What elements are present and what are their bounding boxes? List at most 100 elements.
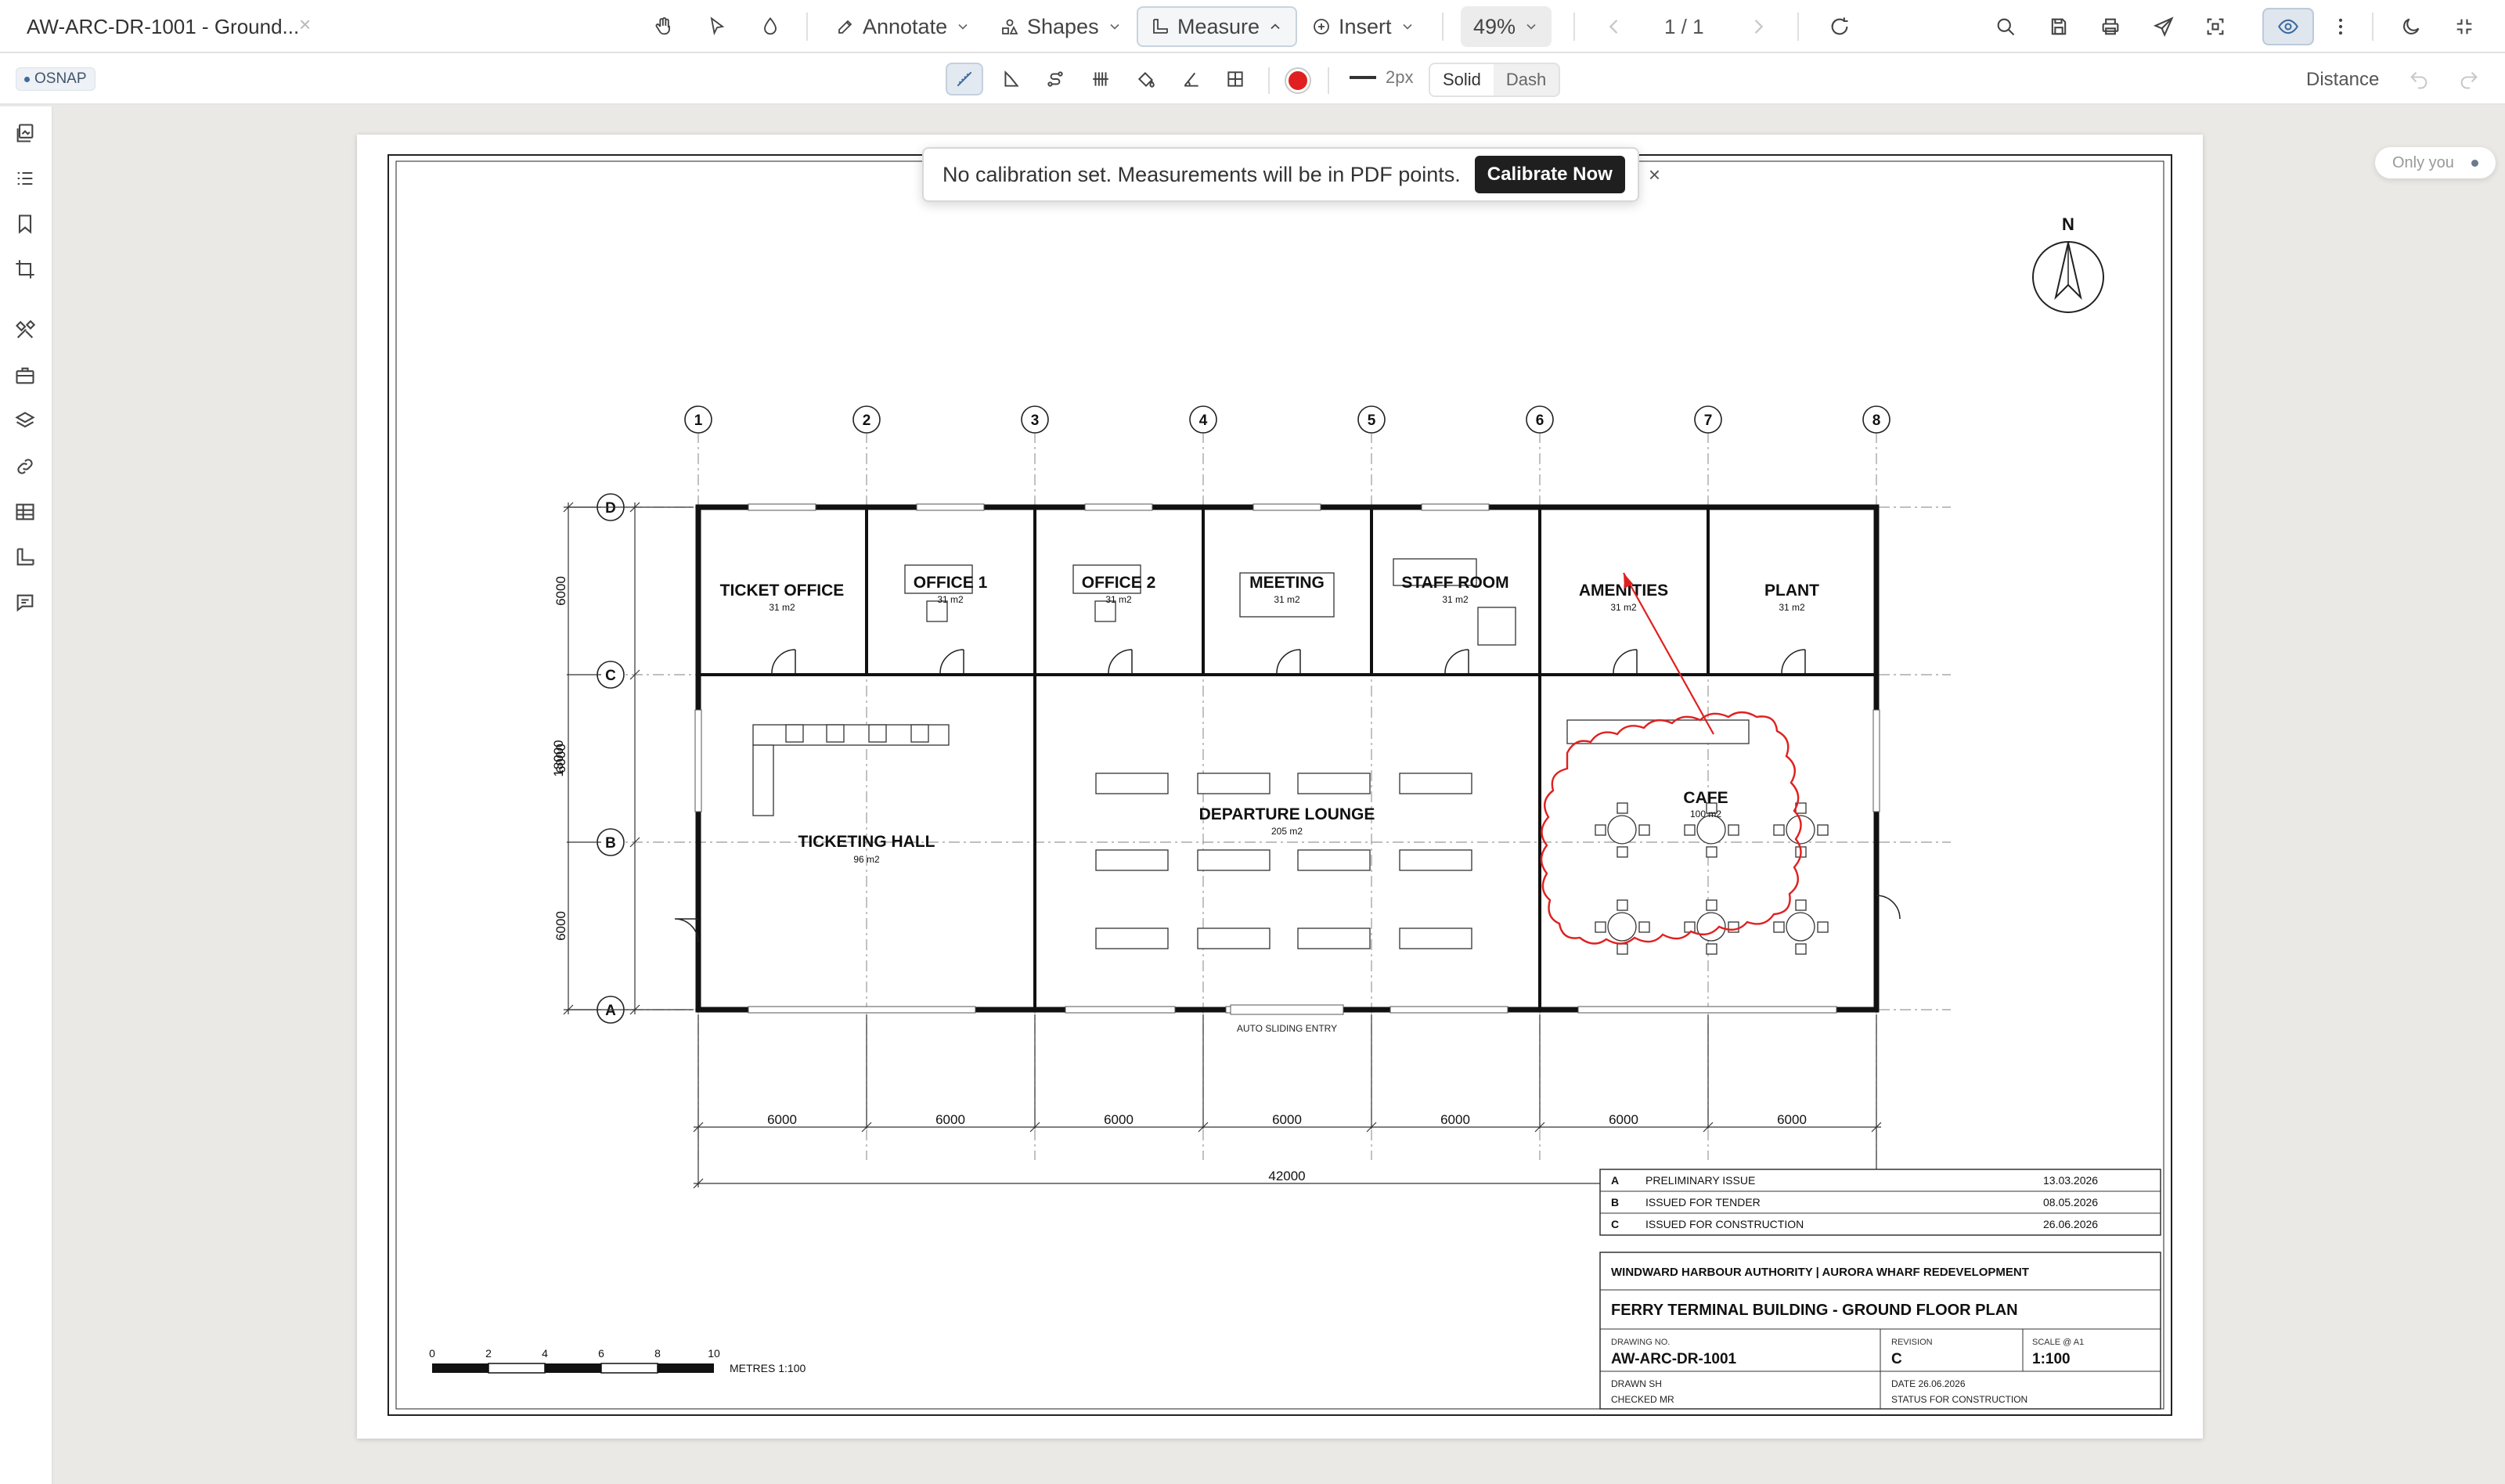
perimeter-tool-icon[interactable] (993, 63, 1030, 95)
presence-dot (2471, 159, 2478, 167)
redo-icon[interactable] (2458, 69, 2482, 92)
entry-label: AUTO SLIDING ENTRY (1237, 1023, 1337, 1034)
room-area: 205 m2 (1271, 826, 1303, 837)
svg-text:2: 2 (863, 412, 871, 429)
grid-bubble: 7 (1694, 405, 1722, 434)
crop-icon[interactable] (14, 258, 39, 283)
hand-icon[interactable] (650, 13, 678, 41)
grid-bubble: 2 (852, 405, 881, 434)
zoom-value: 49% (1473, 14, 1516, 38)
shapes-icon (1002, 19, 1018, 34)
next-page-icon[interactable] (1744, 13, 1772, 41)
refresh-icon[interactable] (1826, 13, 1854, 41)
scale-tick: 10 (708, 1347, 720, 1360)
send-icon[interactable] (2150, 13, 2178, 41)
layers-icon[interactable] (14, 410, 39, 435)
svg-text:B: B (605, 835, 616, 852)
save-icon[interactable] (2045, 13, 2073, 41)
osnap-label: OSNAP (34, 70, 87, 87)
insert-menu-button[interactable]: Insert (1299, 6, 1428, 47)
previous-page-icon[interactable] (1600, 13, 1628, 41)
room-name: AMENITIES (1579, 582, 1668, 600)
more-options-icon[interactable] (2327, 13, 2355, 41)
area-fill-tool-icon[interactable] (1127, 63, 1165, 95)
calibration-message: No calibration set. Measurements will be… (943, 162, 1461, 186)
table-grid-icon[interactable] (14, 501, 39, 526)
comments-icon[interactable] (14, 592, 39, 617)
stroke-width-selector[interactable]: 2px (1350, 67, 1413, 88)
grid-bubble: 6 (1526, 405, 1554, 434)
measure-menu-button[interactable]: Measure (1137, 6, 1298, 47)
close-banner-icon[interactable]: × (1649, 163, 1660, 187)
scale-tick: 4 (542, 1347, 548, 1360)
chevron-down-icon (1402, 23, 1412, 30)
grid-table-icon[interactable] (1216, 63, 1254, 95)
measure-mode-label: Distance (2306, 69, 2380, 90)
scan-icon[interactable] (2201, 13, 2229, 41)
zoom-dropdown[interactable]: 49% (1461, 6, 1552, 47)
line-style-solid-option[interactable]: Solid (1430, 64, 1494, 95)
scale-value: 1:100 (2032, 1351, 2071, 1367)
calibration-banner: No calibration set. Measurements will be… (922, 147, 1660, 202)
collapse-view-icon[interactable] (2450, 13, 2478, 41)
dimension-value: 6000 (1777, 1112, 1807, 1127)
grid-bubble: 8 (1862, 405, 1890, 434)
svg-text:4: 4 (1199, 412, 1208, 429)
scale-tick: 0 (429, 1347, 435, 1360)
toolbar-divider (2372, 13, 2373, 41)
link-icon[interactable] (14, 456, 39, 481)
stroke-color-swatch[interactable] (1286, 69, 1310, 92)
count-tool-icon[interactable] (1082, 63, 1119, 95)
ink-drop-icon[interactable] (756, 13, 784, 41)
angle-tool-icon[interactable] (1173, 63, 1210, 95)
measure-ruler-icon[interactable] (14, 546, 39, 571)
print-icon[interactable] (2096, 13, 2125, 41)
cafe-tables (1595, 802, 1829, 955)
revision-date: 08.05.2026 (2043, 1196, 2098, 1208)
distance-tool-ruler-icon[interactable] (946, 63, 983, 95)
cloud-markup-annotation[interactable] (1540, 711, 1802, 945)
path-tool-icon[interactable] (1036, 63, 1074, 95)
page-indicator: 1 / 1 (1664, 15, 1704, 38)
bookmark-icon[interactable] (14, 213, 39, 238)
chevron-down-icon (958, 23, 968, 30)
shapes-menu-button[interactable]: Shapes (988, 6, 1135, 47)
revision-label: REVISION (1891, 1338, 1933, 1347)
select-pointer-icon[interactable] (703, 13, 731, 41)
dimension-value: 6000 (767, 1112, 797, 1127)
revision-date: 26.06.2026 (2043, 1218, 2098, 1230)
outline-list-icon[interactable] (14, 167, 39, 193)
scale-bar: 0 2 4 6 8 10 METRES 1:100 (429, 1347, 806, 1374)
svg-text:8: 8 (1872, 412, 1881, 429)
presence-indicator[interactable]: Only you (2375, 147, 2496, 178)
annotate-menu-button[interactable]: Annotate (824, 6, 983, 47)
osnap-status-dot (24, 76, 30, 82)
revision-description: ISSUED FOR TENDER (1645, 1196, 1761, 1208)
toolbar-divider (806, 13, 808, 41)
svg-text:3: 3 (1031, 412, 1040, 429)
thumbnails-icon[interactable] (14, 122, 39, 147)
briefcase-icon[interactable] (14, 365, 39, 390)
issue-status: STATUS FOR CONSTRUCTION (1891, 1394, 2027, 1405)
toolbar-divider (1442, 13, 1444, 41)
undo-icon[interactable] (2408, 69, 2431, 92)
revision-date: 13.03.2026 (2043, 1174, 2098, 1187)
drawn-by: DRAWN SH (1611, 1378, 1662, 1389)
pencil-square-icon (838, 20, 852, 34)
room-area: 31 m2 (769, 602, 795, 613)
measure-label: Measure (1177, 14, 1260, 38)
toolbar-divider (1797, 13, 1799, 41)
revision-table: A PRELIMINARY ISSUE 13.03.2026 B ISSUED … (1599, 1169, 2161, 1236)
close-tab-icon[interactable]: × (299, 13, 311, 37)
dark-mode-moon-icon[interactable] (2397, 13, 2425, 41)
search-icon[interactable] (1991, 13, 2020, 41)
calibrate-now-button[interactable]: Calibrate Now (1474, 156, 1625, 193)
drawing-no-label: DRAWING NO. (1611, 1338, 1670, 1347)
osnap-badge[interactable]: OSNAP (16, 67, 96, 91)
pdf-page[interactable]: N 1 2 3 4 5 6 7 8 D C B A TICKET OFFICE … (357, 135, 2203, 1439)
view-mode-eye-icon[interactable] (2262, 8, 2314, 45)
line-style-dash-option[interactable]: Dash (1494, 64, 1559, 95)
tools-icon[interactable] (14, 319, 39, 344)
top-toolbar: AW-ARC-DR-1001 - Ground... × Annotate Sh… (0, 0, 2505, 53)
room-area: 96 m2 (853, 854, 880, 865)
